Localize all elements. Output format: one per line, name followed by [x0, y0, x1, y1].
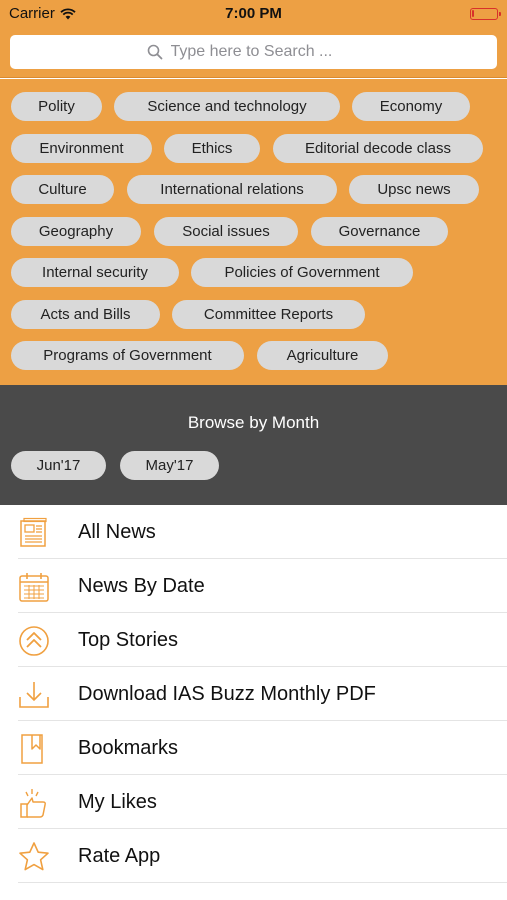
search-input[interactable]	[170, 43, 361, 61]
menu-label-bookmarks: Bookmarks	[78, 737, 179, 759]
search-icon	[147, 44, 162, 60]
tag-ethics[interactable]: Ethics	[164, 134, 260, 163]
tag-social-issues[interactable]: Social issues	[154, 217, 298, 246]
search-field[interactable]	[10, 35, 497, 69]
tag-policies-of-government[interactable]: Policies of Government	[191, 258, 413, 287]
menu-label-top-stories: Top Stories	[78, 629, 179, 651]
thumbs-up-icon	[20, 789, 46, 818]
menu-label-rate-app: Rate App	[78, 845, 161, 867]
menu-item-all-news[interactable]: All News	[0, 505, 507, 559]
tag-programs-of-government[interactable]: Programs of Government	[11, 341, 244, 370]
menu-label-download-pdf: Download IAS Buzz Monthly PDF	[78, 683, 376, 705]
browse-by-month-title: Browse by Month	[187, 413, 320, 432]
tag-upsc-news[interactable]: Upsc news	[349, 175, 479, 204]
tag-environment[interactable]: Environment	[11, 134, 152, 163]
tag-geography[interactable]: Geography	[11, 217, 141, 246]
menu-label-news-by-date: News By Date	[78, 575, 205, 597]
status-bar: Carrier 7:00 PM	[0, 0, 507, 26]
tag-science-and-technology[interactable]: Science and technology	[114, 92, 340, 121]
tag-editorial-decode-class[interactable]: Editorial decode class	[273, 134, 483, 163]
tag-agriculture[interactable]: Agriculture	[257, 341, 388, 370]
double-chevron-up-icon	[19, 626, 49, 656]
month-chip-may-17[interactable]: May'17	[120, 451, 219, 480]
download-icon	[19, 682, 49, 708]
menu-item-download-pdf[interactable]: Download IAS Buzz Monthly PDF	[0, 667, 507, 721]
tag-economy[interactable]: Economy	[352, 92, 470, 121]
tag-acts-and-bills[interactable]: Acts and Bills	[11, 300, 160, 329]
menu-item-news-by-date[interactable]: News By Date	[0, 559, 507, 613]
month-chip-jun-17[interactable]: Jun'17	[11, 451, 106, 480]
newspaper-icon	[20, 517, 47, 547]
status-time: 7:00 PM	[225, 5, 282, 22]
menu-item-partial[interactable]	[0, 883, 507, 900]
partial-icon	[18, 895, 50, 900]
menu-item-bookmarks[interactable]: Bookmarks	[0, 721, 507, 775]
battery-level	[472, 10, 474, 17]
tag-internal-security[interactable]: Internal security	[11, 258, 179, 287]
menu-label-my-likes: My Likes	[78, 791, 157, 813]
battery-icon	[470, 8, 501, 20]
bookmark-icon	[21, 734, 43, 764]
menu-label-all-news: All News	[78, 521, 156, 543]
calendar-icon	[19, 573, 49, 602]
tag-culture[interactable]: Culture	[11, 175, 114, 204]
menu-item-rate-app[interactable]: Rate App	[0, 829, 507, 883]
navigation-menu: All News News By Date Top Stories Downlo…	[0, 505, 507, 900]
tag-international-relations[interactable]: International relations	[127, 175, 337, 204]
menu-item-top-stories[interactable]: Top Stories	[0, 613, 507, 667]
search-bar-container	[0, 26, 507, 78]
tag-governance[interactable]: Governance	[311, 217, 448, 246]
menu-item-my-likes[interactable]: My Likes	[0, 775, 507, 829]
tag-committee-reports[interactable]: Committee Reports	[172, 300, 365, 329]
category-tags: Polity Science and technology Economy En…	[0, 79, 507, 385]
tag-polity[interactable]: Polity	[11, 92, 102, 121]
star-icon	[19, 842, 49, 871]
browse-by-month-panel: Browse by Month Jun'17 May'17	[0, 385, 507, 505]
